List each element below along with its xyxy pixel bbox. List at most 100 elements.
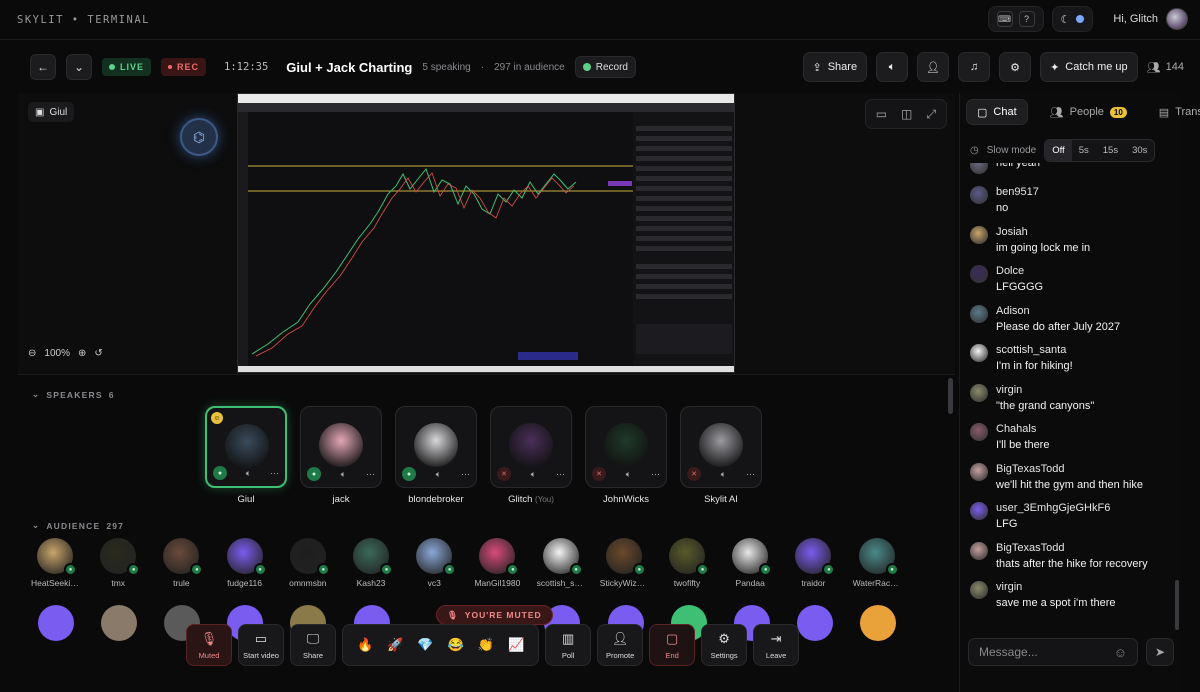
audience-avatar[interactable] (101, 605, 137, 641)
audience-member[interactable]: ● omnmsbn (284, 538, 332, 588)
audience-member[interactable]: ● traidor (789, 538, 837, 588)
chat-avatar[interactable] (970, 265, 988, 283)
chat-username[interactable]: BigTexasTodd (996, 542, 1148, 554)
promote-button[interactable]: 👤︎ Promote (597, 624, 644, 666)
audience-member[interactable]: ● ManGil1980 (473, 538, 521, 588)
speaker-card[interactable]: ✕ 🔈︎ ⋯ (585, 406, 667, 488)
audience-section-label[interactable]: ⌄ AUDIENCE 297 (32, 520, 124, 531)
chat-avatar[interactable] (970, 462, 988, 481)
music-button[interactable]: ♫ (958, 52, 991, 82)
tab-people[interactable]: 👥︎ People 10 (1040, 99, 1137, 125)
more-options-icon[interactable]: ⋯ (746, 469, 755, 480)
chat-avatar[interactable] (970, 423, 988, 441)
share-button[interactable]: ⇪ Share (802, 52, 868, 82)
more-options-icon[interactable]: ⋯ (651, 469, 660, 480)
speaker-card[interactable]: ● 🔈︎ ⋯ (395, 406, 477, 488)
record-button[interactable]: Record (574, 56, 636, 78)
speaker-card[interactable]: ✕ 🔈︎ ⋯ (490, 406, 572, 488)
reset-zoom-icon[interactable]: ↺ (94, 348, 102, 359)
speaker-card[interactable]: ● 🔈︎ ⋯ (300, 406, 382, 488)
audience-member[interactable]: ● vc3 (410, 538, 458, 588)
speaker-card[interactable]: ✕ 🔈︎ ⋯ (680, 406, 762, 488)
collapse-button[interactable]: ⌄ (66, 54, 92, 80)
theme-toggle[interactable]: ☾ (1051, 6, 1094, 32)
chat-username[interactable]: Chahals (996, 423, 1049, 435)
leave-button[interactable]: ⇥ Leave (753, 624, 800, 666)
chat-avatar[interactable] (970, 581, 988, 599)
clap-icon[interactable]: 👏 (478, 637, 494, 653)
audience-member[interactable]: ● Kash23 (347, 538, 395, 588)
back-button[interactable]: ← (30, 54, 56, 80)
chat-avatar[interactable] (970, 304, 988, 323)
chat-username[interactable]: ben9517 (996, 186, 1039, 198)
more-options-icon[interactable]: ⋯ (366, 469, 375, 480)
speakers-section-label[interactable]: ⌄ SPEAKERS 6 (32, 389, 115, 400)
settings-dock-button[interactable]: ⚙ Settings (701, 624, 748, 666)
more-options-icon[interactable]: ⋯ (556, 469, 565, 480)
volume-button[interactable]: 🔈︎ (876, 52, 909, 82)
zoom-in-icon[interactable]: ⊕ (78, 348, 86, 359)
chat-username[interactable]: virgin (996, 384, 1094, 396)
audience-member[interactable]: ● tmx (94, 538, 142, 588)
audience-avatar[interactable] (38, 605, 74, 641)
audience-member[interactable]: ● WaterRacc... (853, 538, 901, 588)
mute-button[interactable]: 🎙︎ Muted (186, 624, 232, 666)
slow-mode-5s[interactable]: 5s (1072, 140, 1096, 161)
audience-avatar[interactable] (860, 605, 896, 641)
chat-avatar[interactable] (970, 502, 988, 520)
laugh-icon[interactable]: 😂 (448, 637, 464, 653)
fullscreen-icon[interactable]: ⤢ (926, 107, 936, 122)
speaker-volume-icon[interactable]: 🔈︎ (341, 469, 346, 480)
audience-member[interactable]: ● trule (157, 538, 205, 588)
audience-member[interactable]: ● scottish_sa... (537, 538, 585, 588)
message-input[interactable]: Message... ☺ (968, 638, 1138, 666)
chat-username[interactable]: virgin (996, 581, 1116, 593)
audience-member[interactable]: ● StickyWizard (600, 538, 648, 588)
chat-username[interactable]: scottish_santa (996, 344, 1073, 356)
rocket-icon[interactable]: 🚀 (387, 637, 403, 653)
chat-scrollbar[interactable] (1175, 580, 1179, 630)
speaker-volume-icon[interactable]: 🔈︎ (626, 469, 631, 480)
chat-avatar[interactable] (970, 344, 988, 362)
speaker-volume-icon[interactable]: 🔈︎ (246, 468, 251, 479)
emoji-icon[interactable]: ☺ (1114, 645, 1127, 660)
chat-username[interactable]: Josiah (996, 226, 1090, 238)
zoom-out-icon[interactable]: ⊖ (28, 348, 36, 359)
chat-avatar[interactable] (970, 383, 988, 402)
chat-username[interactable]: user_3EmhgGjeGHkF6 (996, 502, 1110, 514)
ai-bot-indicator[interactable]: ⌬ (180, 118, 218, 156)
more-options-icon[interactable]: ⋯ (270, 468, 279, 479)
diamond-icon[interactable]: 💎 (417, 637, 433, 653)
help-icon[interactable]: ? (1018, 11, 1035, 27)
chat-username[interactable]: Dolce (996, 265, 1043, 277)
split-view-icon[interactable]: ◫ (901, 107, 912, 121)
chat-avatar[interactable] (970, 225, 988, 244)
speaker-volume-icon[interactable]: 🔈︎ (436, 469, 441, 480)
settings-button[interactable]: ⚙ (999, 52, 1032, 82)
fire-icon[interactable]: 🔥 (357, 637, 373, 653)
tab-transcript[interactable]: ▤ Transcri (1149, 99, 1200, 125)
slow-mode-30s[interactable]: 30s (1125, 140, 1154, 161)
catch-up-button[interactable]: ✦ Catch me up (1040, 52, 1138, 82)
audience-member[interactable]: ● fudge116 (221, 538, 269, 588)
speaker-card[interactable]: ☺ ● 🔈︎ ⋯ (205, 406, 287, 488)
slow-mode-off[interactable]: Off (1045, 139, 1072, 161)
audience-member[interactable]: ● twofifty (663, 538, 711, 588)
audience-member[interactable]: ● HeatSeekin... (31, 538, 79, 588)
chat-avatar[interactable] (970, 186, 988, 204)
send-button[interactable]: ➤ (1146, 638, 1174, 666)
main-scrollbar[interactable] (948, 378, 953, 414)
chat-avatar[interactable] (970, 541, 988, 560)
tab-chat[interactable]: ▢ Chat (966, 99, 1028, 125)
slow-mode-15s[interactable]: 15s (1096, 140, 1125, 161)
profile-button[interactable]: 👤︎ (917, 52, 950, 82)
speaker-volume-icon[interactable]: 🔈︎ (721, 469, 726, 480)
end-button[interactable]: ▢ End (649, 624, 696, 666)
speaker-volume-icon[interactable]: 🔈︎ (531, 469, 536, 480)
chat-username[interactable]: BigTexasTodd (996, 463, 1143, 475)
poll-button[interactable]: ▥ Poll (545, 624, 592, 666)
chat-username[interactable]: Adison (996, 305, 1120, 317)
start-video-button[interactable]: ▭ Start video (238, 624, 284, 666)
user-avatar[interactable] (1166, 8, 1188, 30)
more-options-icon[interactable]: ⋯ (461, 469, 470, 480)
